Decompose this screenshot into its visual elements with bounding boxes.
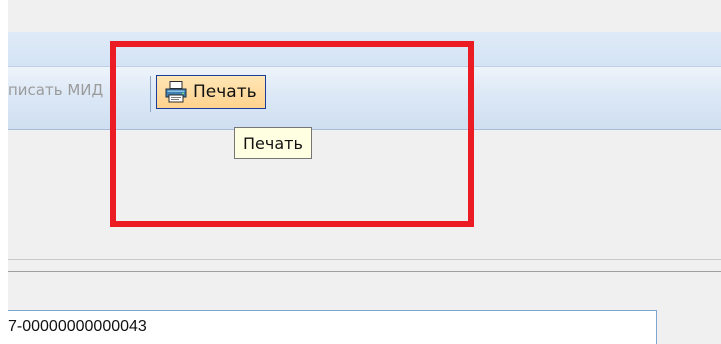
ribbon-header-strip	[8, 32, 721, 66]
print-button[interactable]: Печать	[156, 75, 266, 109]
document-number-field[interactable]: 7-00000000000043	[8, 310, 657, 344]
printer-icon	[163, 79, 189, 105]
divider	[8, 259, 721, 260]
toolbar	[8, 66, 721, 130]
print-button-label: Печать	[193, 82, 257, 102]
sign-mid-button[interactable]: писать МИД	[8, 81, 103, 99]
divider	[8, 271, 721, 272]
print-tooltip: Печать	[234, 127, 312, 159]
tooltip-text: Печать	[243, 133, 303, 153]
toolbar-separator	[150, 76, 151, 112]
